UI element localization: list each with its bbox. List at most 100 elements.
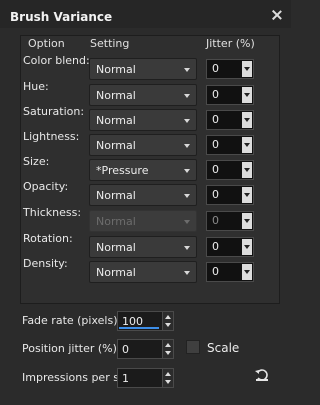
chevron-up-icon [165, 372, 171, 376]
jitter-input[interactable]: 0 [206, 160, 254, 180]
row-label: Opacity: [23, 180, 69, 193]
jitter-spinner[interactable] [242, 264, 252, 280]
setting-select: Normal [89, 210, 197, 232]
variance-row-lightness: Lightness: Normal 0 [0, 130, 291, 156]
chevron-down-icon [244, 143, 250, 147]
jitter-value: 0 [212, 138, 219, 151]
jitter-input[interactable]: 0 [206, 262, 254, 282]
fade-rate-row: Fade rate (pixels): 100 [0, 311, 291, 331]
jitter-spinner [242, 213, 252, 229]
variance-row-opacity: Opacity: Normal 0 [0, 180, 291, 206]
variance-row-rotation: Rotation: Normal 0 [0, 232, 291, 258]
chevron-down-icon [184, 271, 190, 275]
title-bar: Brush Variance [0, 0, 291, 28]
setting-value: Normal [96, 266, 136, 279]
setting-select[interactable]: Normal [89, 134, 197, 156]
jitter-value: 0 [212, 188, 219, 201]
jitter-input[interactable]: 0 [206, 110, 254, 130]
chevron-down-icon [244, 168, 250, 172]
position-jitter-label: Position jitter (%): [22, 342, 121, 355]
setting-value: Normal [96, 63, 136, 76]
jitter-value: 0 [212, 113, 219, 126]
impressions-value: 1 [122, 372, 129, 385]
jitter-spinner[interactable] [242, 61, 252, 77]
variance-row-size: Size: *Pressure 0 [0, 155, 291, 181]
chevron-up-icon [165, 343, 171, 347]
setting-value: Normal [96, 139, 136, 152]
jitter-value: 0 [212, 163, 219, 176]
chevron-down-icon [244, 93, 250, 97]
variance-row-density: Density: Normal 0 [0, 258, 291, 283]
chevron-down-icon [244, 219, 250, 223]
scale-checkbox[interactable] [186, 340, 200, 354]
setting-value: Normal [96, 241, 136, 254]
jitter-input: 0 [206, 211, 254, 231]
jitter-input[interactable]: 0 [206, 185, 254, 205]
jitter-spinner[interactable] [242, 162, 252, 178]
jitter-value: 0 [212, 62, 219, 75]
chevron-down-icon [244, 245, 250, 249]
setting-select[interactable]: Normal [89, 236, 197, 258]
setting-value: Normal [96, 89, 136, 102]
position-jitter-row: Position jitter (%): 0 Scale [0, 339, 291, 359]
position-jitter-value: 0 [122, 343, 129, 356]
jitter-spinner[interactable] [242, 137, 252, 153]
row-label: Saturation: [23, 105, 85, 118]
chevron-down-icon [244, 193, 250, 197]
impressions-row: Impressions per step: 1 [0, 368, 291, 388]
table-header: Option Setting Jitter (%) [0, 38, 291, 50]
jitter-value: 0 [212, 214, 219, 227]
chevron-up-icon [165, 315, 171, 319]
variance-row-color-blend: Color blend: Normal 0 [0, 54, 291, 80]
jitter-value: 0 [212, 88, 219, 101]
chevron-down-icon [184, 169, 190, 173]
header-option: Option [28, 37, 65, 50]
chevron-down-icon [244, 270, 250, 274]
setting-select[interactable]: Normal [89, 184, 197, 206]
chevron-down-icon [184, 220, 190, 224]
chevron-down-icon [165, 323, 171, 327]
chevron-down-icon [184, 68, 190, 72]
row-label: Color blend: [23, 54, 90, 67]
setting-select[interactable]: Normal [89, 109, 197, 131]
chevron-down-icon [184, 194, 190, 198]
row-label: Hue: [23, 80, 49, 93]
row-label: Lightness: [23, 130, 80, 143]
jitter-spinner[interactable] [242, 239, 252, 255]
jitter-input[interactable]: 0 [206, 237, 254, 257]
impressions-spinner[interactable] [162, 368, 174, 388]
fade-rate-value: 100 [122, 315, 143, 328]
header-jitter: Jitter (%) [206, 37, 255, 50]
jitter-value: 0 [212, 240, 219, 253]
chevron-down-icon [184, 246, 190, 250]
position-jitter-spinner[interactable] [162, 339, 174, 359]
window-title: Brush Variance [10, 10, 113, 24]
fade-rate-spinner[interactable] [162, 311, 174, 331]
setting-value: Normal [96, 114, 136, 127]
setting-select[interactable]: *Pressure [89, 159, 197, 181]
chevron-down-icon [165, 351, 171, 355]
variance-row-saturation: Saturation: Normal 0 [0, 105, 291, 131]
jitter-input[interactable]: 0 [206, 59, 254, 79]
jitter-spinner[interactable] [242, 112, 252, 128]
chevron-down-icon [184, 144, 190, 148]
fade-rate-label: Fade rate (pixels): [22, 314, 122, 327]
reset-icon[interactable] [254, 367, 270, 383]
chevron-down-icon [184, 94, 190, 98]
header-setting: Setting [90, 37, 130, 50]
setting-value: *Pressure [96, 164, 149, 177]
jitter-spinner[interactable] [242, 187, 252, 203]
jitter-spinner[interactable] [242, 87, 252, 103]
setting-select[interactable]: Normal [89, 58, 197, 80]
close-icon[interactable] [272, 10, 282, 20]
setting-select[interactable]: Normal [89, 84, 197, 106]
jitter-input[interactable]: 0 [206, 85, 254, 105]
row-label: Rotation: [23, 232, 73, 245]
setting-select[interactable]: Normal [89, 261, 197, 283]
row-label: Size: [23, 155, 50, 168]
row-label: Thickness: [23, 206, 82, 219]
chevron-down-icon [244, 67, 250, 71]
jitter-input[interactable]: 0 [206, 135, 254, 155]
setting-value: Normal [96, 189, 136, 202]
scale-label: Scale [207, 341, 240, 355]
